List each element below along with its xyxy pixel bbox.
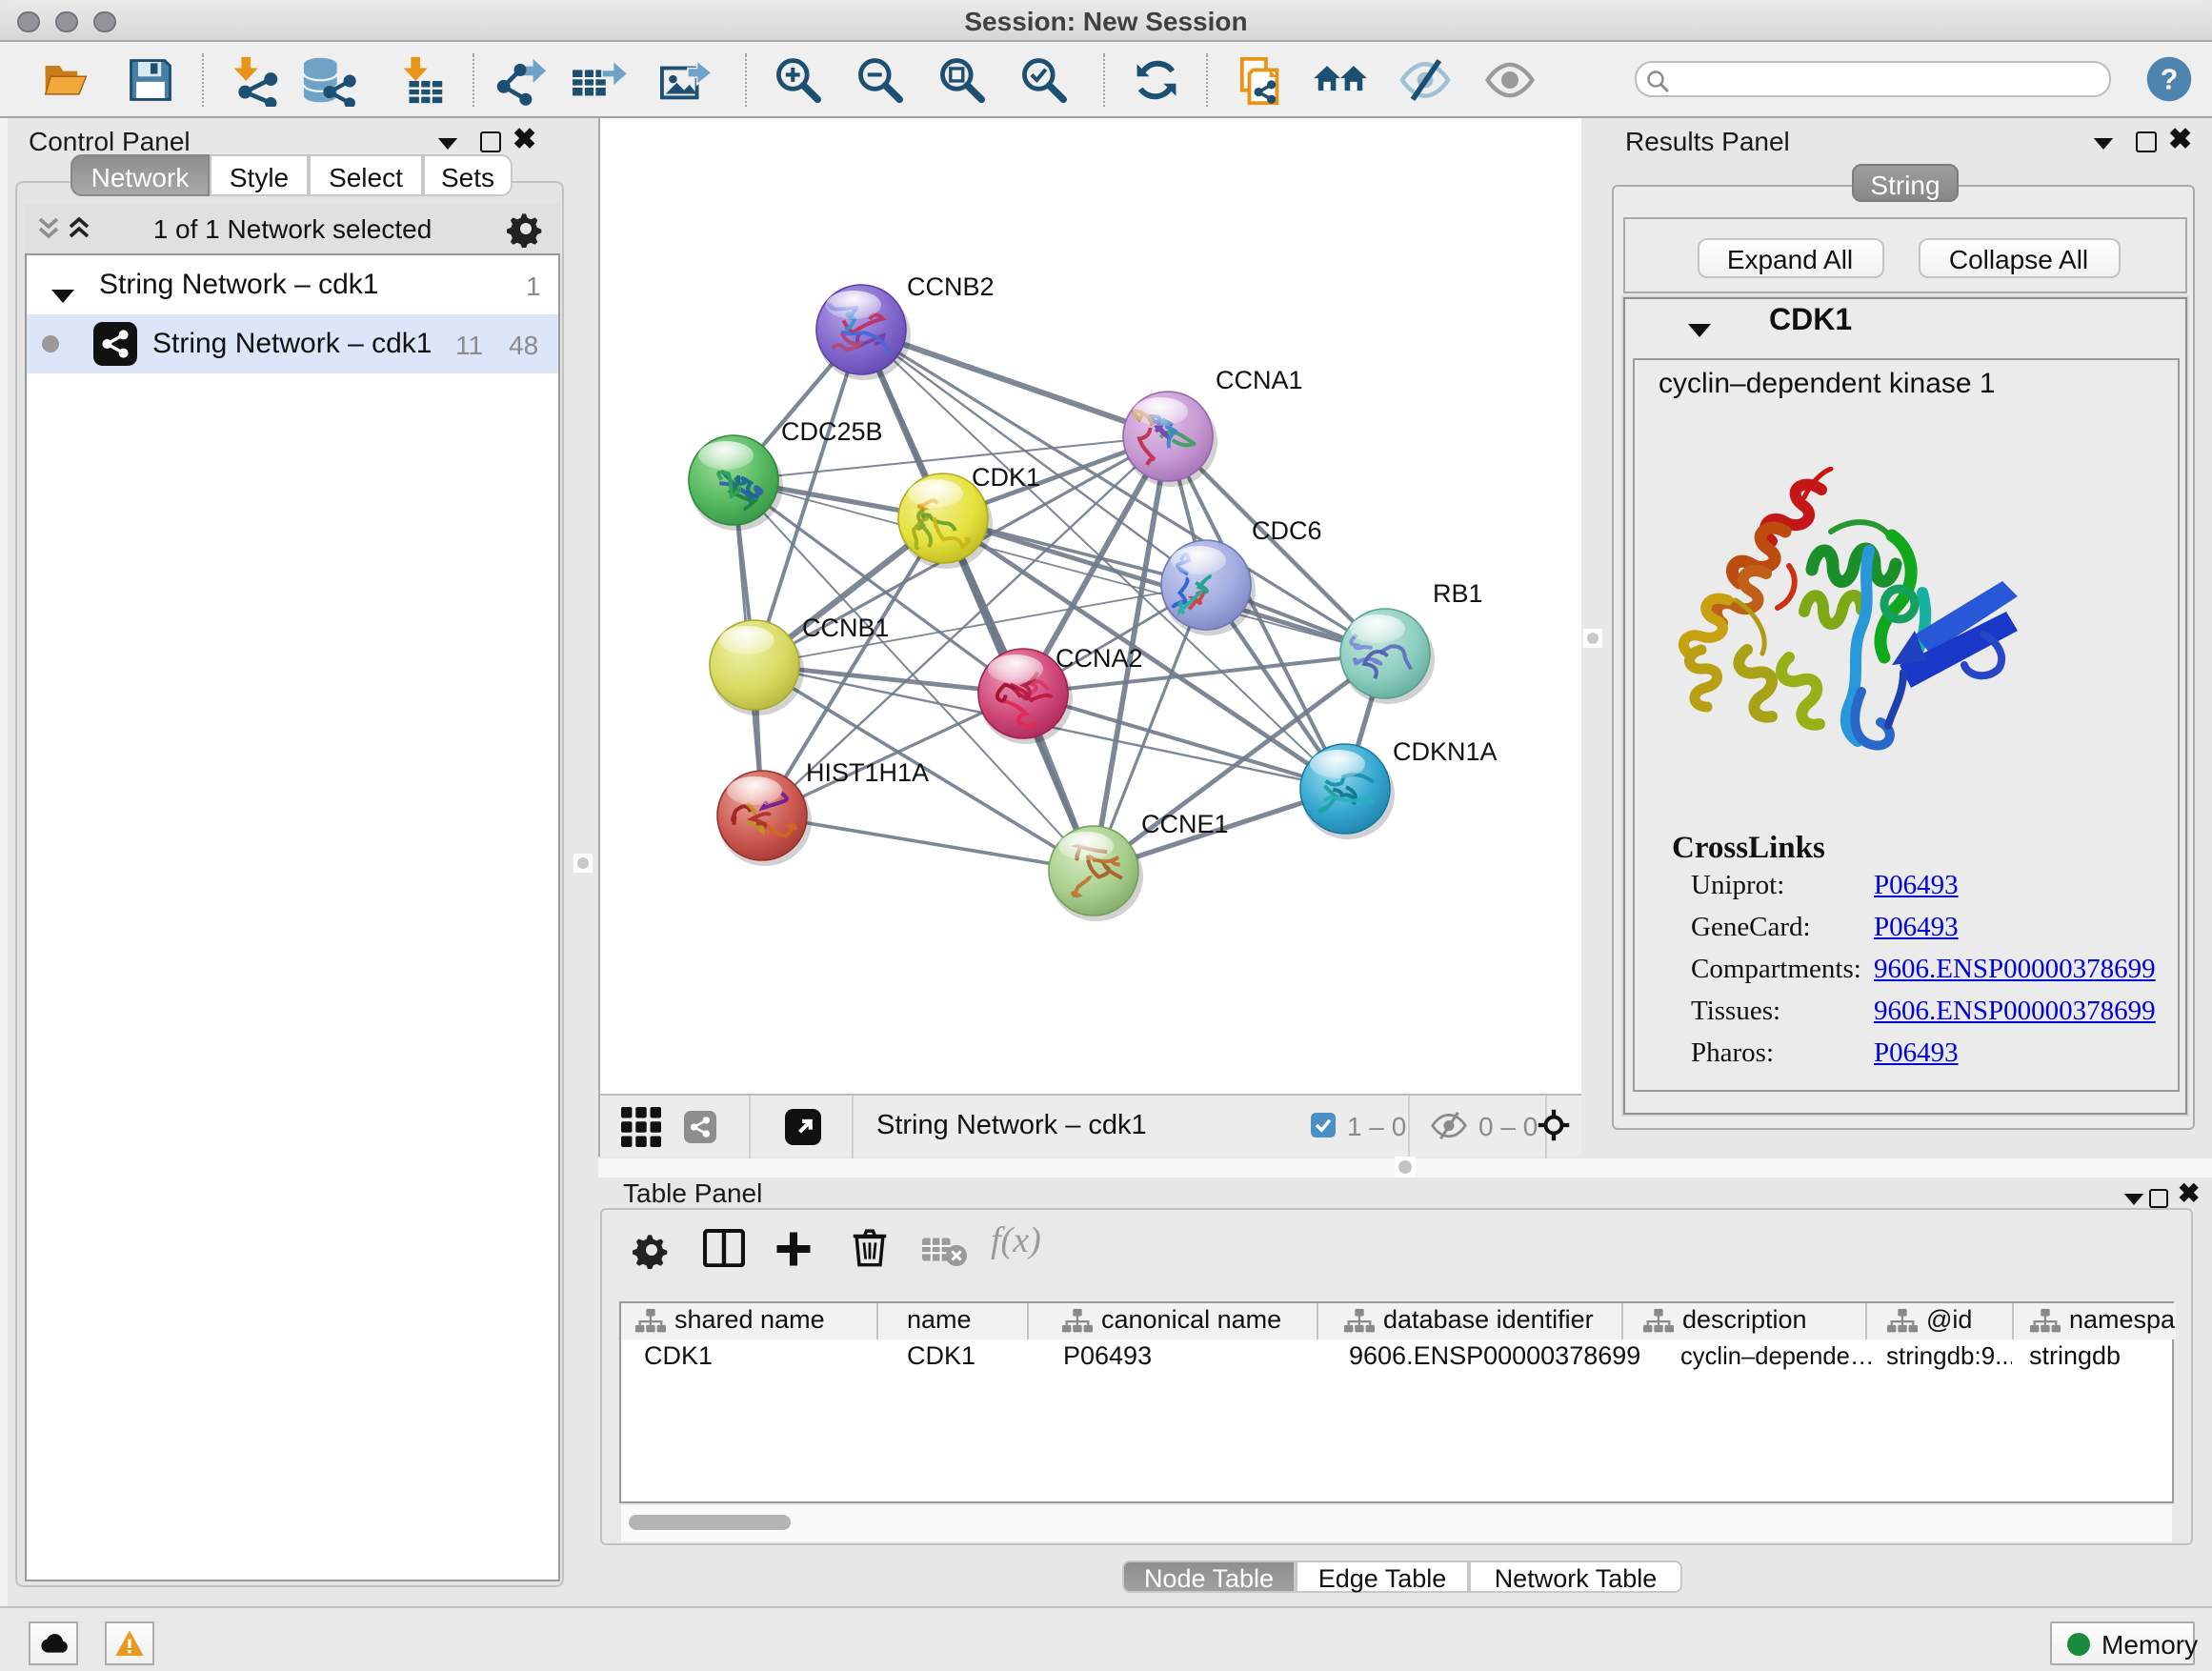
svg-text:?: ? — [2161, 65, 2179, 96]
svg-text:CDK1: CDK1 — [972, 463, 1040, 492]
svg-text:CCNA2: CCNA2 — [1056, 644, 1143, 673]
svg-text:CDKN1A: CDKN1A — [1393, 737, 1498, 766]
svg-text:CCNE1: CCNE1 — [1141, 810, 1229, 838]
svg-text:HIST1H1A: HIST1H1A — [806, 758, 929, 787]
svg-text:CCNB2: CCNB2 — [907, 272, 995, 301]
svg-text:CCNA1: CCNA1 — [1216, 366, 1303, 394]
svg-text:CDC25B: CDC25B — [781, 417, 883, 446]
svg-text:CDC6: CDC6 — [1252, 516, 1322, 545]
svg-text:CCNB1: CCNB1 — [802, 614, 890, 642]
svg-text:RB1: RB1 — [1433, 579, 1483, 608]
